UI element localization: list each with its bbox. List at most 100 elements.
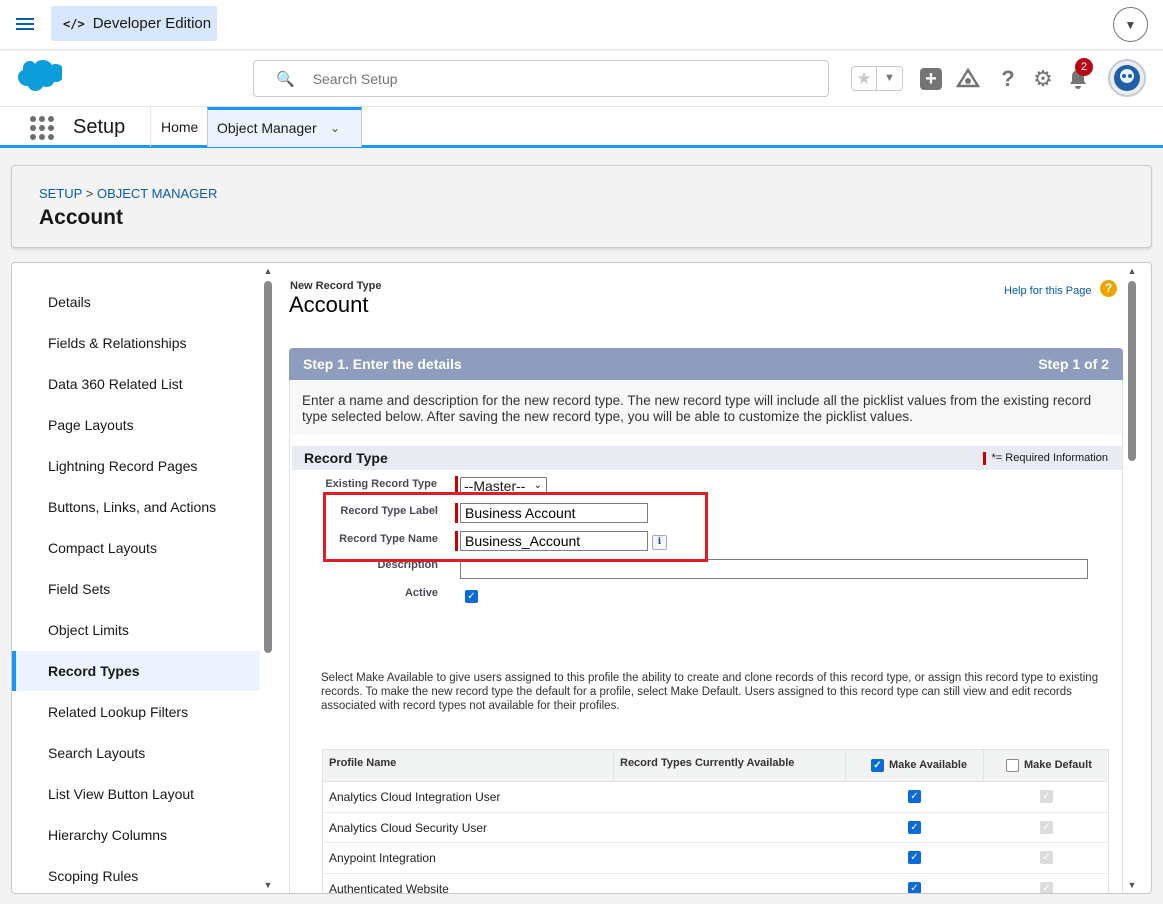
- profile-name: Authenticated Website: [329, 881, 449, 894]
- global-actions-icon[interactable]: +: [918, 66, 944, 92]
- edition-label: Developer Edition: [92, 15, 212, 32]
- object-header: SETUP > OBJECT MANAGER Account: [11, 165, 1152, 248]
- sidebar-item-page-layouts[interactable]: Page Layouts: [12, 405, 260, 445]
- table-header: Profile Name Record Types Currently Avai…: [323, 750, 1108, 782]
- profile-name-header: Profile Name: [329, 757, 397, 769]
- menu-icon[interactable]: [16, 15, 34, 33]
- salesforce-logo[interactable]: [16, 59, 62, 93]
- sidebar-scrollbar[interactable]: ▲ ▼: [262, 263, 274, 893]
- scrollbar-thumb[interactable]: [1128, 281, 1136, 461]
- page-title: Account: [39, 206, 123, 229]
- profile-table: Profile Name Record Types Currently Avai…: [322, 749, 1109, 894]
- scroll-up-icon[interactable]: ▲: [1126, 266, 1138, 276]
- sidebar-item-compact-layouts[interactable]: Compact Layouts: [12, 528, 260, 568]
- active-label: Active: [404, 587, 438, 599]
- main-panel: Details Fields & Relationships Data 360 …: [11, 262, 1152, 894]
- search-input[interactable]: 🔍 Search Setup: [253, 60, 829, 97]
- make-available-checkbox[interactable]: ✓: [908, 790, 921, 803]
- help-icon[interactable]: ?: [1100, 280, 1117, 297]
- sidebar-item-field-sets[interactable]: Field Sets: [12, 569, 260, 609]
- step-description: Enter a name and description for the new…: [289, 380, 1123, 435]
- required-marker: [982, 451, 986, 465]
- chevron-down-icon[interactable]: ⌄: [330, 110, 340, 146]
- chevron-down-icon[interactable]: ▼: [877, 67, 902, 90]
- app-name: Setup: [73, 116, 126, 138]
- make-default-header: Make Default: [983, 750, 1110, 782]
- sidebar-item-list-view-button-layout[interactable]: List View Button Layout: [12, 774, 260, 814]
- table-row: Anypoint Integration ✓ ✓: [323, 843, 1108, 874]
- make-available-header: ✓ Make Available: [845, 750, 983, 782]
- sidebar-item-related-lookup-filters[interactable]: Related Lookup Filters: [12, 692, 260, 732]
- help-icon[interactable]: ?: [995, 66, 1021, 92]
- table-row: Authenticated Website ✓ ✓: [323, 874, 1108, 894]
- make-default-checkbox: ✓: [1040, 881, 1053, 893]
- sidebar-item-data-360-related-list[interactable]: Data 360 Related List: [12, 364, 260, 404]
- breadcrumb-object-manager[interactable]: OBJECT MANAGER: [97, 186, 217, 201]
- sidebar-item-object-limits[interactable]: Object Limits: [12, 610, 260, 650]
- trailhead-icon[interactable]: [955, 66, 981, 92]
- tab-object-manager[interactable]: Object Manager ⌄: [207, 107, 362, 147]
- search-icon: 🔍: [276, 70, 295, 88]
- profile-name: Analytics Cloud Security User: [329, 820, 488, 835]
- existing-record-type-label: Existing Record Type: [325, 478, 437, 490]
- edition-badge[interactable]: </> Developer Edition: [51, 6, 217, 41]
- app-launcher-icon[interactable]: [30, 116, 54, 140]
- make-available-note: Select Make Available to give users assi…: [321, 672, 1099, 712]
- favorites-button[interactable]: ★ ▼: [851, 66, 903, 91]
- breadcrumb-separator: >: [85, 186, 94, 201]
- chevron-down-icon[interactable]: ▼: [1113, 7, 1148, 42]
- scrollbar-thumb[interactable]: [264, 281, 272, 653]
- record-type-form-page: New Record Type Account Help for this Pa…: [289, 263, 1124, 894]
- global-top-bar: </> Developer Edition ▼: [0, 0, 1163, 50]
- scroll-down-icon[interactable]: ▼: [262, 880, 274, 890]
- sidebar-item-buttons-links-actions[interactable]: Buttons, Links, and Actions: [12, 487, 260, 527]
- required-legend: *= Required Information: [982, 446, 1108, 470]
- step-count: Step 1 of 2: [1038, 356, 1109, 372]
- sidebar-item-details[interactable]: Details: [12, 282, 260, 322]
- search-placeholder: Search Setup: [312, 70, 398, 87]
- app-nav-bar: Setup Home Object Manager ⌄: [0, 106, 1163, 148]
- section-header: Record Type *= Required Information: [292, 446, 1122, 470]
- sidebar-item-fields-relationships[interactable]: Fields & Relationships: [12, 323, 260, 363]
- object-sidebar: Details Fields & Relationships Data 360 …: [12, 263, 272, 893]
- table-row: Analytics Cloud Integration User ✓ ✓: [323, 782, 1108, 813]
- breadcrumb: SETUP > OBJECT MANAGER: [39, 186, 217, 201]
- gear-icon[interactable]: ⚙: [1030, 66, 1056, 92]
- page-subtitle: New Record Type: [290, 280, 382, 292]
- make-available-checkbox[interactable]: ✓: [908, 881, 921, 893]
- tab-label: Object Manager: [217, 120, 317, 136]
- code-icon: </>: [63, 16, 85, 31]
- make-default-checkbox: ✓: [1040, 790, 1053, 803]
- sidebar-item-scoping-rules[interactable]: Scoping Rules: [12, 856, 260, 893]
- content-scrollbar[interactable]: ▲ ▼: [1126, 263, 1138, 893]
- sidebar-item-hierarchy-columns[interactable]: Hierarchy Columns: [12, 815, 260, 855]
- breadcrumb-setup[interactable]: SETUP: [39, 186, 82, 201]
- profile-name: Analytics Cloud Integration User: [329, 790, 501, 804]
- make-default-checkbox: ✓: [1040, 820, 1053, 834]
- make-available-checkbox[interactable]: ✓: [908, 851, 921, 864]
- section-title: Record Type: [304, 450, 388, 466]
- make-default-checkbox: ✓: [1040, 851, 1053, 864]
- step-title: Step 1. Enter the details: [303, 356, 462, 372]
- tab-home[interactable]: Home: [150, 107, 208, 147]
- scroll-down-icon[interactable]: ▼: [1126, 880, 1138, 890]
- active-checkbox[interactable]: ✓: [465, 590, 478, 603]
- global-header: 🔍 Search Setup ★ ▼ + ? ⚙: [0, 51, 1163, 106]
- scroll-up-icon[interactable]: ▲: [262, 266, 274, 276]
- avatar[interactable]: [1108, 59, 1146, 97]
- description-input[interactable]: [460, 559, 1088, 579]
- make-available-checkbox[interactable]: ✓: [908, 820, 921, 834]
- help-link[interactable]: Help for this Page: [1004, 285, 1091, 297]
- page-heading: Account: [289, 292, 369, 317]
- sidebar-item-search-layouts[interactable]: Search Layouts: [12, 733, 260, 773]
- notification-badge: 2: [1075, 58, 1093, 76]
- annotation-highlight-box: [323, 492, 708, 562]
- make-available-all-checkbox[interactable]: ✓: [871, 759, 884, 772]
- sidebar-item-record-types[interactable]: Record Types: [12, 651, 260, 691]
- sidebar-item-lightning-record-pages[interactable]: Lightning Record Pages: [12, 446, 260, 486]
- table-row: Analytics Cloud Security User ✓ ✓: [323, 813, 1108, 843]
- profile-name: Anypoint Integration: [329, 851, 436, 865]
- current-record-types-header: Record Types Currently Available: [613, 750, 794, 782]
- make-default-all-checkbox[interactable]: [1006, 759, 1019, 772]
- star-icon[interactable]: ★: [852, 67, 877, 90]
